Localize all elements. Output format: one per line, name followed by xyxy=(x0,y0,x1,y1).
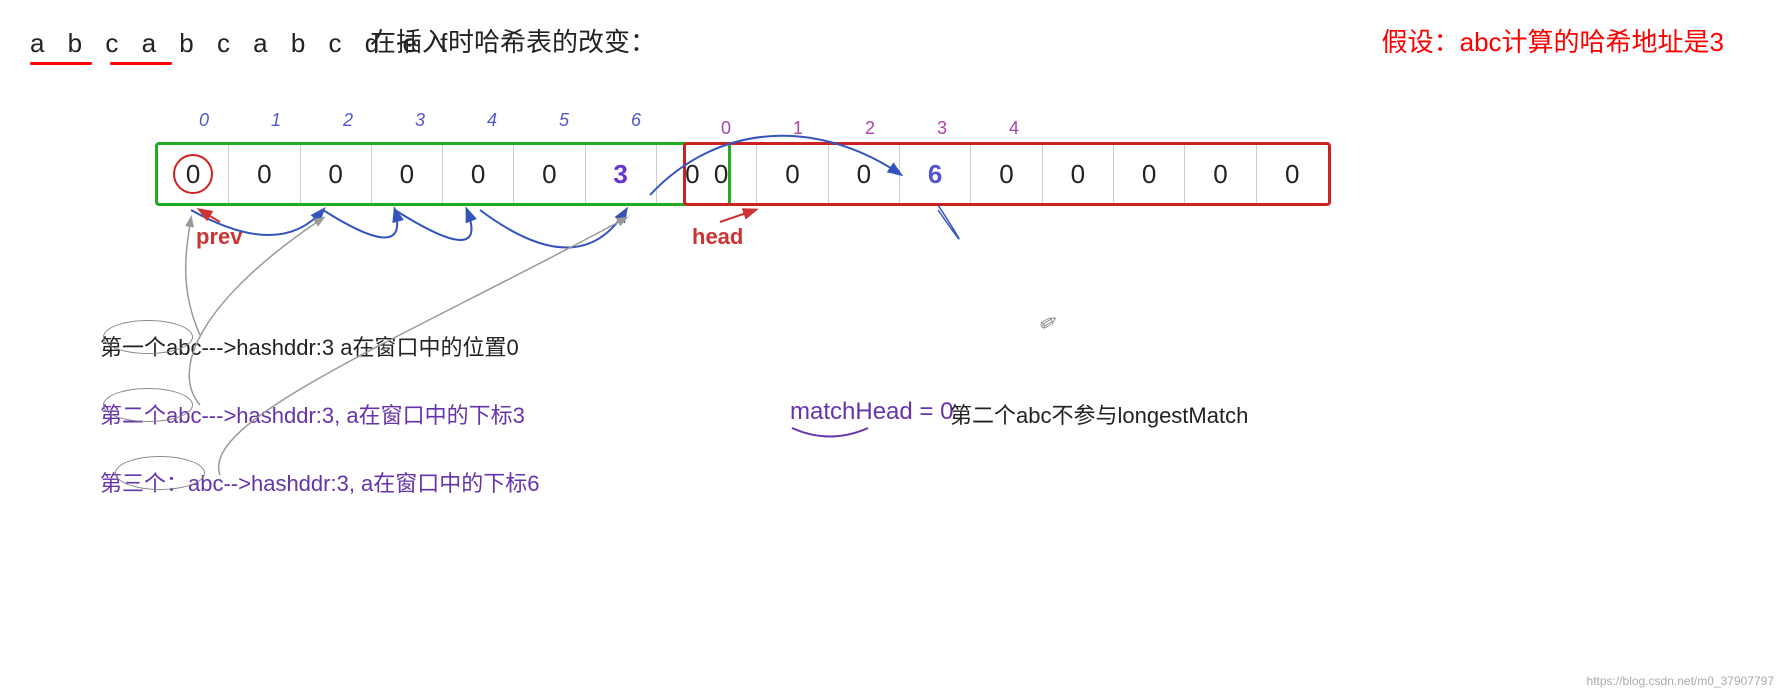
red-array-box: 0 0 0 6 0 0 0 0 0 xyxy=(683,142,1331,206)
green-idx-0: 0 xyxy=(168,110,240,131)
match-head-text: matchHead = 0 xyxy=(790,398,953,425)
underline-ab2 xyxy=(110,62,172,65)
red-cell-6: 0 xyxy=(1114,145,1185,203)
watermark-text: https://blog.csdn.net/m0_37907797 xyxy=(1587,674,1774,688)
green-idx-6: 6 xyxy=(600,110,672,131)
desc3-text: 第三个：abc-->hashddr:3, a在窗口中的下标6 xyxy=(100,471,540,496)
desc2: 第二个abc--->hashddr:3, a在窗口中的下标3 xyxy=(100,398,525,430)
red-idx-3: 3 xyxy=(906,118,978,139)
assumption-label: 假设：abc计算的哈希地址是3 xyxy=(1382,27,1724,57)
green-idx-1: 1 xyxy=(240,110,312,131)
label-text: 在插入时哈希表的改变： xyxy=(370,27,656,57)
match-head: matchHead = 0 xyxy=(790,398,953,426)
green-cell-2: 0 xyxy=(301,145,372,203)
desc1: 第一个abc--->hashddr:3 a在窗口中的位置0 xyxy=(100,330,519,362)
match-label-text: 第二个abc不参与longestMatch xyxy=(950,403,1248,428)
red-idx-2: 2 xyxy=(834,118,906,139)
red-cell-8: 0 xyxy=(1257,145,1328,203)
green-cell-0: 0 xyxy=(158,145,229,203)
green-cell-5: 0 xyxy=(514,145,585,203)
green-cell-6: 3 xyxy=(586,145,657,203)
red-cell-4: 0 xyxy=(971,145,1042,203)
red-cell-2: 0 xyxy=(829,145,900,203)
green-idx-2: 2 xyxy=(312,110,384,131)
red-cell-5: 0 xyxy=(1043,145,1114,203)
prev-label: prev xyxy=(196,224,242,250)
green-idx-4: 4 xyxy=(456,110,528,131)
desc3: 第三个：abc-->hashddr:3, a在窗口中的下标6 xyxy=(100,466,540,498)
assumption-text: 假设：abc计算的哈希地址是3 xyxy=(1382,22,1724,59)
circled-zero: 0 xyxy=(173,154,213,194)
pencil-icon: ✏ xyxy=(1035,307,1064,339)
head-label: head xyxy=(692,224,743,250)
red-cell-0: 0 xyxy=(686,145,757,203)
green-indices: 0 1 2 3 4 5 6 xyxy=(168,110,672,131)
red-indices: 0 1 2 3 4 xyxy=(690,118,1050,139)
green-cell-1: 0 xyxy=(229,145,300,203)
green-cell-3: 0 xyxy=(372,145,443,203)
watermark: https://blog.csdn.net/m0_37907797 xyxy=(1587,674,1774,688)
red-idx-1: 1 xyxy=(762,118,834,139)
red-cell-1: 0 xyxy=(757,145,828,203)
green-idx-3: 3 xyxy=(384,110,456,131)
red-idx-4: 4 xyxy=(978,118,1050,139)
desc2-text: 第二个abc--->hashddr:3, a在窗口中的下标3 xyxy=(100,403,525,428)
underline-ab1 xyxy=(30,62,92,65)
match-head-label: 第二个abc不参与longestMatch xyxy=(950,398,1248,430)
red-idx-0: 0 xyxy=(690,118,762,139)
green-idx-5: 5 xyxy=(528,110,600,131)
red-cell-7: 0 xyxy=(1185,145,1256,203)
prev-text: prev xyxy=(196,224,242,249)
green-array-box: 0 0 0 0 0 0 3 0 xyxy=(155,142,731,206)
desc1-text: 第一个abc--->hashddr:3 a在窗口中的位置0 xyxy=(100,335,519,360)
green-cell-4: 0 xyxy=(443,145,514,203)
top-label: 在插入时哈希表的改变： xyxy=(370,22,656,59)
head-text: head xyxy=(692,224,743,249)
red-cell-3: 6 xyxy=(900,145,971,203)
main-canvas: a b c a b c a b c d e f 在插入时哈希表的改变： 假设：a… xyxy=(0,0,1784,692)
